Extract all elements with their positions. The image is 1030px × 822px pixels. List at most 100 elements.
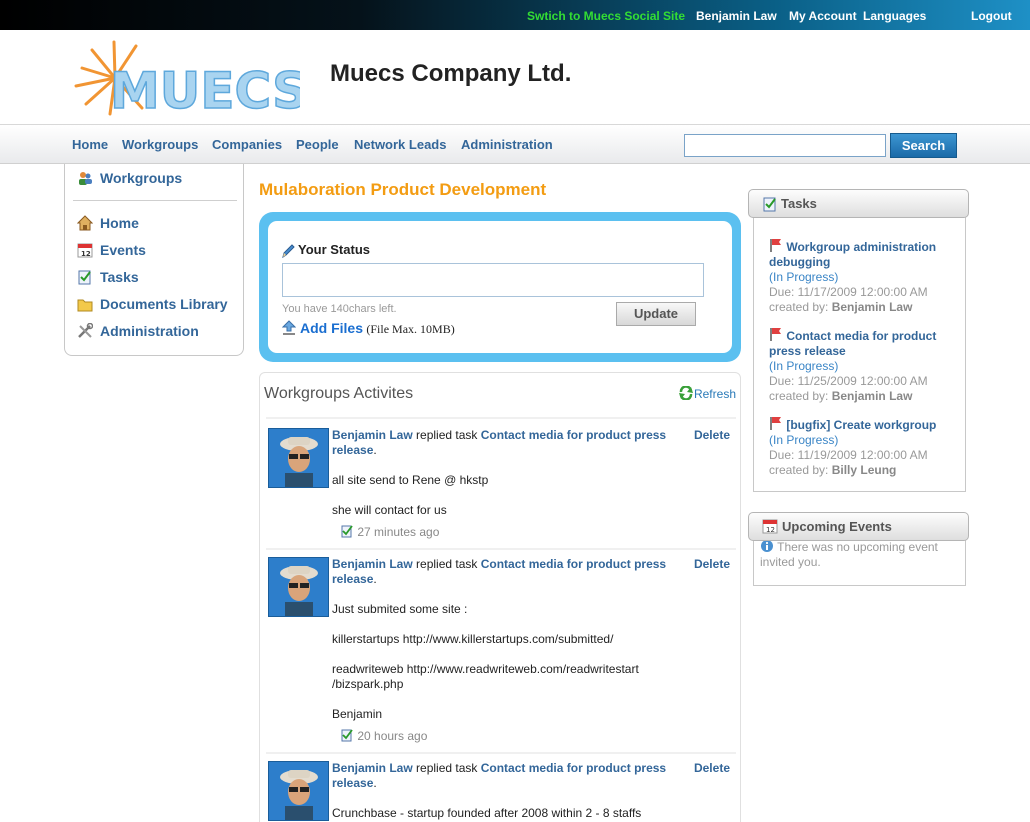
refresh-button[interactable]: Refresh <box>678 385 736 401</box>
flag-icon <box>769 238 783 252</box>
activity-author-link[interactable]: Benjamin Law <box>332 557 413 571</box>
activity-action: replied task <box>412 761 481 775</box>
sidebar-item-label: Administration <box>100 323 199 339</box>
nav-administration[interactable]: Administration <box>461 137 553 152</box>
flag-icon <box>769 416 783 430</box>
task-due: Due: 11/25/2009 12:00:00 AM <box>769 374 928 388</box>
sidebar-title-workgroups[interactable]: Workgroups <box>77 170 182 188</box>
activity-line: Just submited some site : <box>332 602 468 616</box>
task-name-link[interactable]: Contact media for product press release <box>769 329 936 358</box>
sidebar-title-label: Workgroups <box>100 170 183 186</box>
avatar[interactable] <box>268 557 329 617</box>
sidebar-item-label: Home <box>100 215 139 231</box>
add-files-row: Add Files (File Max. 10MB) <box>281 320 455 337</box>
no-events-text: There was no upcoming event invited you. <box>760 540 938 569</box>
svg-text:12: 12 <box>81 250 91 258</box>
tasks-panel-title: Tasks <box>781 196 817 211</box>
activity-line: readwriteweb http://www.readwriteweb.com… <box>332 662 639 691</box>
activity-action: replied task <box>412 557 481 571</box>
my-account-link[interactable]: My Account <box>789 9 857 23</box>
sidebar-item-label: Tasks <box>100 269 139 285</box>
svg-text:12: 12 <box>766 526 775 534</box>
refresh-icon <box>678 385 694 401</box>
workgroup-sidebar: Workgroups Home 12 Events Tasks Document… <box>64 164 244 356</box>
activity-separator <box>266 417 736 419</box>
switch-social-site-link[interactable]: Swtich to Muecs Social Site <box>527 9 685 23</box>
activity-author-link[interactable]: Benjamin Law <box>332 761 413 775</box>
task-created-by: Benjamin Law <box>831 300 913 314</box>
activity-author-link[interactable]: Benjamin Law <box>332 428 413 442</box>
task-created-label: created by: <box>769 389 829 403</box>
activity-line: Crunchbase - startup founded after 2008 … <box>332 806 642 820</box>
task-item: [bugfix] Create workgroup (In Progress) … <box>769 416 954 478</box>
page-title: Mulaboration Product Development <box>259 180 547 199</box>
tasks-icon <box>77 269 93 285</box>
sidebar-item-tasks[interactable]: Tasks <box>77 269 139 287</box>
muecs-logo[interactable]: MUECS <box>70 38 309 121</box>
nav-companies[interactable]: Companies <box>212 137 282 152</box>
logout-link[interactable]: Logout <box>971 9 1012 23</box>
task-created-label: created by: <box>769 300 829 314</box>
sidebar-item-label: Documents Library <box>100 296 228 312</box>
upload-icon <box>281 320 297 336</box>
file-max-note: (File Max. 10MB) <box>366 322 455 336</box>
sidebar-item-events[interactable]: 12 Events <box>77 242 146 260</box>
search-input[interactable] <box>684 134 886 157</box>
task-item: Workgroup administration debugging (In P… <box>769 238 954 315</box>
avatar[interactable] <box>268 428 329 488</box>
avatar[interactable] <box>268 761 329 821</box>
activity-line: she will contact for us <box>332 503 447 517</box>
activity-item: Benjamin Law replied task Contact media … <box>268 428 738 548</box>
activity-action: replied task <box>412 428 481 442</box>
task-created-by: Benjamin Law <box>831 389 913 403</box>
nav-people[interactable]: People <box>296 137 339 152</box>
tools-icon <box>77 322 94 339</box>
add-files-link[interactable]: Add Files <box>300 320 363 336</box>
top-bar: Swtich to Muecs Social Site Benjamin Law… <box>0 0 1030 30</box>
activity-time-label: 20 hours ago <box>357 729 428 743</box>
delete-link[interactable]: Delete <box>694 761 730 775</box>
tasks-icon <box>762 196 778 212</box>
delete-link[interactable]: Delete <box>694 557 730 571</box>
folder-icon <box>77 296 93 312</box>
chars-left-counter: You have 140chars left. <box>282 303 397 315</box>
task-item: Contact media for product press release … <box>769 327 954 404</box>
company-name: Muecs Company Ltd. <box>330 60 572 87</box>
nav-workgroups[interactable]: Workgroups <box>122 137 198 152</box>
activity-line: all site send to Rene @ hkstp <box>332 473 489 487</box>
calendar-icon: 12 <box>77 242 93 258</box>
refresh-label: Refresh <box>693 387 736 401</box>
activity-text: Benjamin Law replied task Contact media … <box>332 761 672 821</box>
home-icon <box>76 215 94 231</box>
sidebar-item-administration[interactable]: Administration <box>77 322 199 341</box>
tasks-panel-header: Tasks <box>748 189 969 218</box>
activity-separator <box>266 752 736 754</box>
delete-link[interactable]: Delete <box>694 428 730 442</box>
status-pencil-icon <box>280 242 296 259</box>
activities-title: Workgroups Activites <box>264 385 414 402</box>
activity-time: 20 hours ago <box>340 728 427 743</box>
activity-item: Benjamin Law replied task Contact media … <box>268 761 738 822</box>
activity-time: 27 minutes ago <box>340 524 439 539</box>
languages-link[interactable]: Languages <box>863 9 926 23</box>
status-box: Your Status You have 140chars left. Upda… <box>259 212 741 362</box>
nav-network-leads[interactable]: Network Leads <box>354 137 446 152</box>
task-due: Due: 11/19/2009 12:00:00 AM <box>769 448 928 462</box>
tasks-icon <box>340 728 354 742</box>
activity-line: killerstartups http://www.killerstartups… <box>332 632 614 646</box>
calendar-icon: 12 <box>762 518 778 534</box>
activity-text: Benjamin Law replied task Contact media … <box>332 428 672 518</box>
update-button[interactable]: Update <box>616 302 696 326</box>
nav-home[interactable]: Home <box>72 137 108 152</box>
activity-line: Benjamin <box>332 707 383 721</box>
sidebar-item-documents-library[interactable]: Documents Library <box>77 296 228 314</box>
events-panel-header: 12 Upcoming Events <box>748 512 969 541</box>
info-icon <box>760 539 774 553</box>
task-status: (In Progress) <box>769 433 839 447</box>
task-name-link[interactable]: Workgroup administration debugging <box>769 240 936 269</box>
current-user-link[interactable]: Benjamin Law <box>696 9 777 23</box>
sidebar-item-home[interactable]: Home <box>76 215 139 233</box>
search-button[interactable]: Search <box>890 133 957 158</box>
task-name-link[interactable]: [bugfix] Create workgroup <box>786 418 936 432</box>
status-input[interactable] <box>282 263 704 297</box>
